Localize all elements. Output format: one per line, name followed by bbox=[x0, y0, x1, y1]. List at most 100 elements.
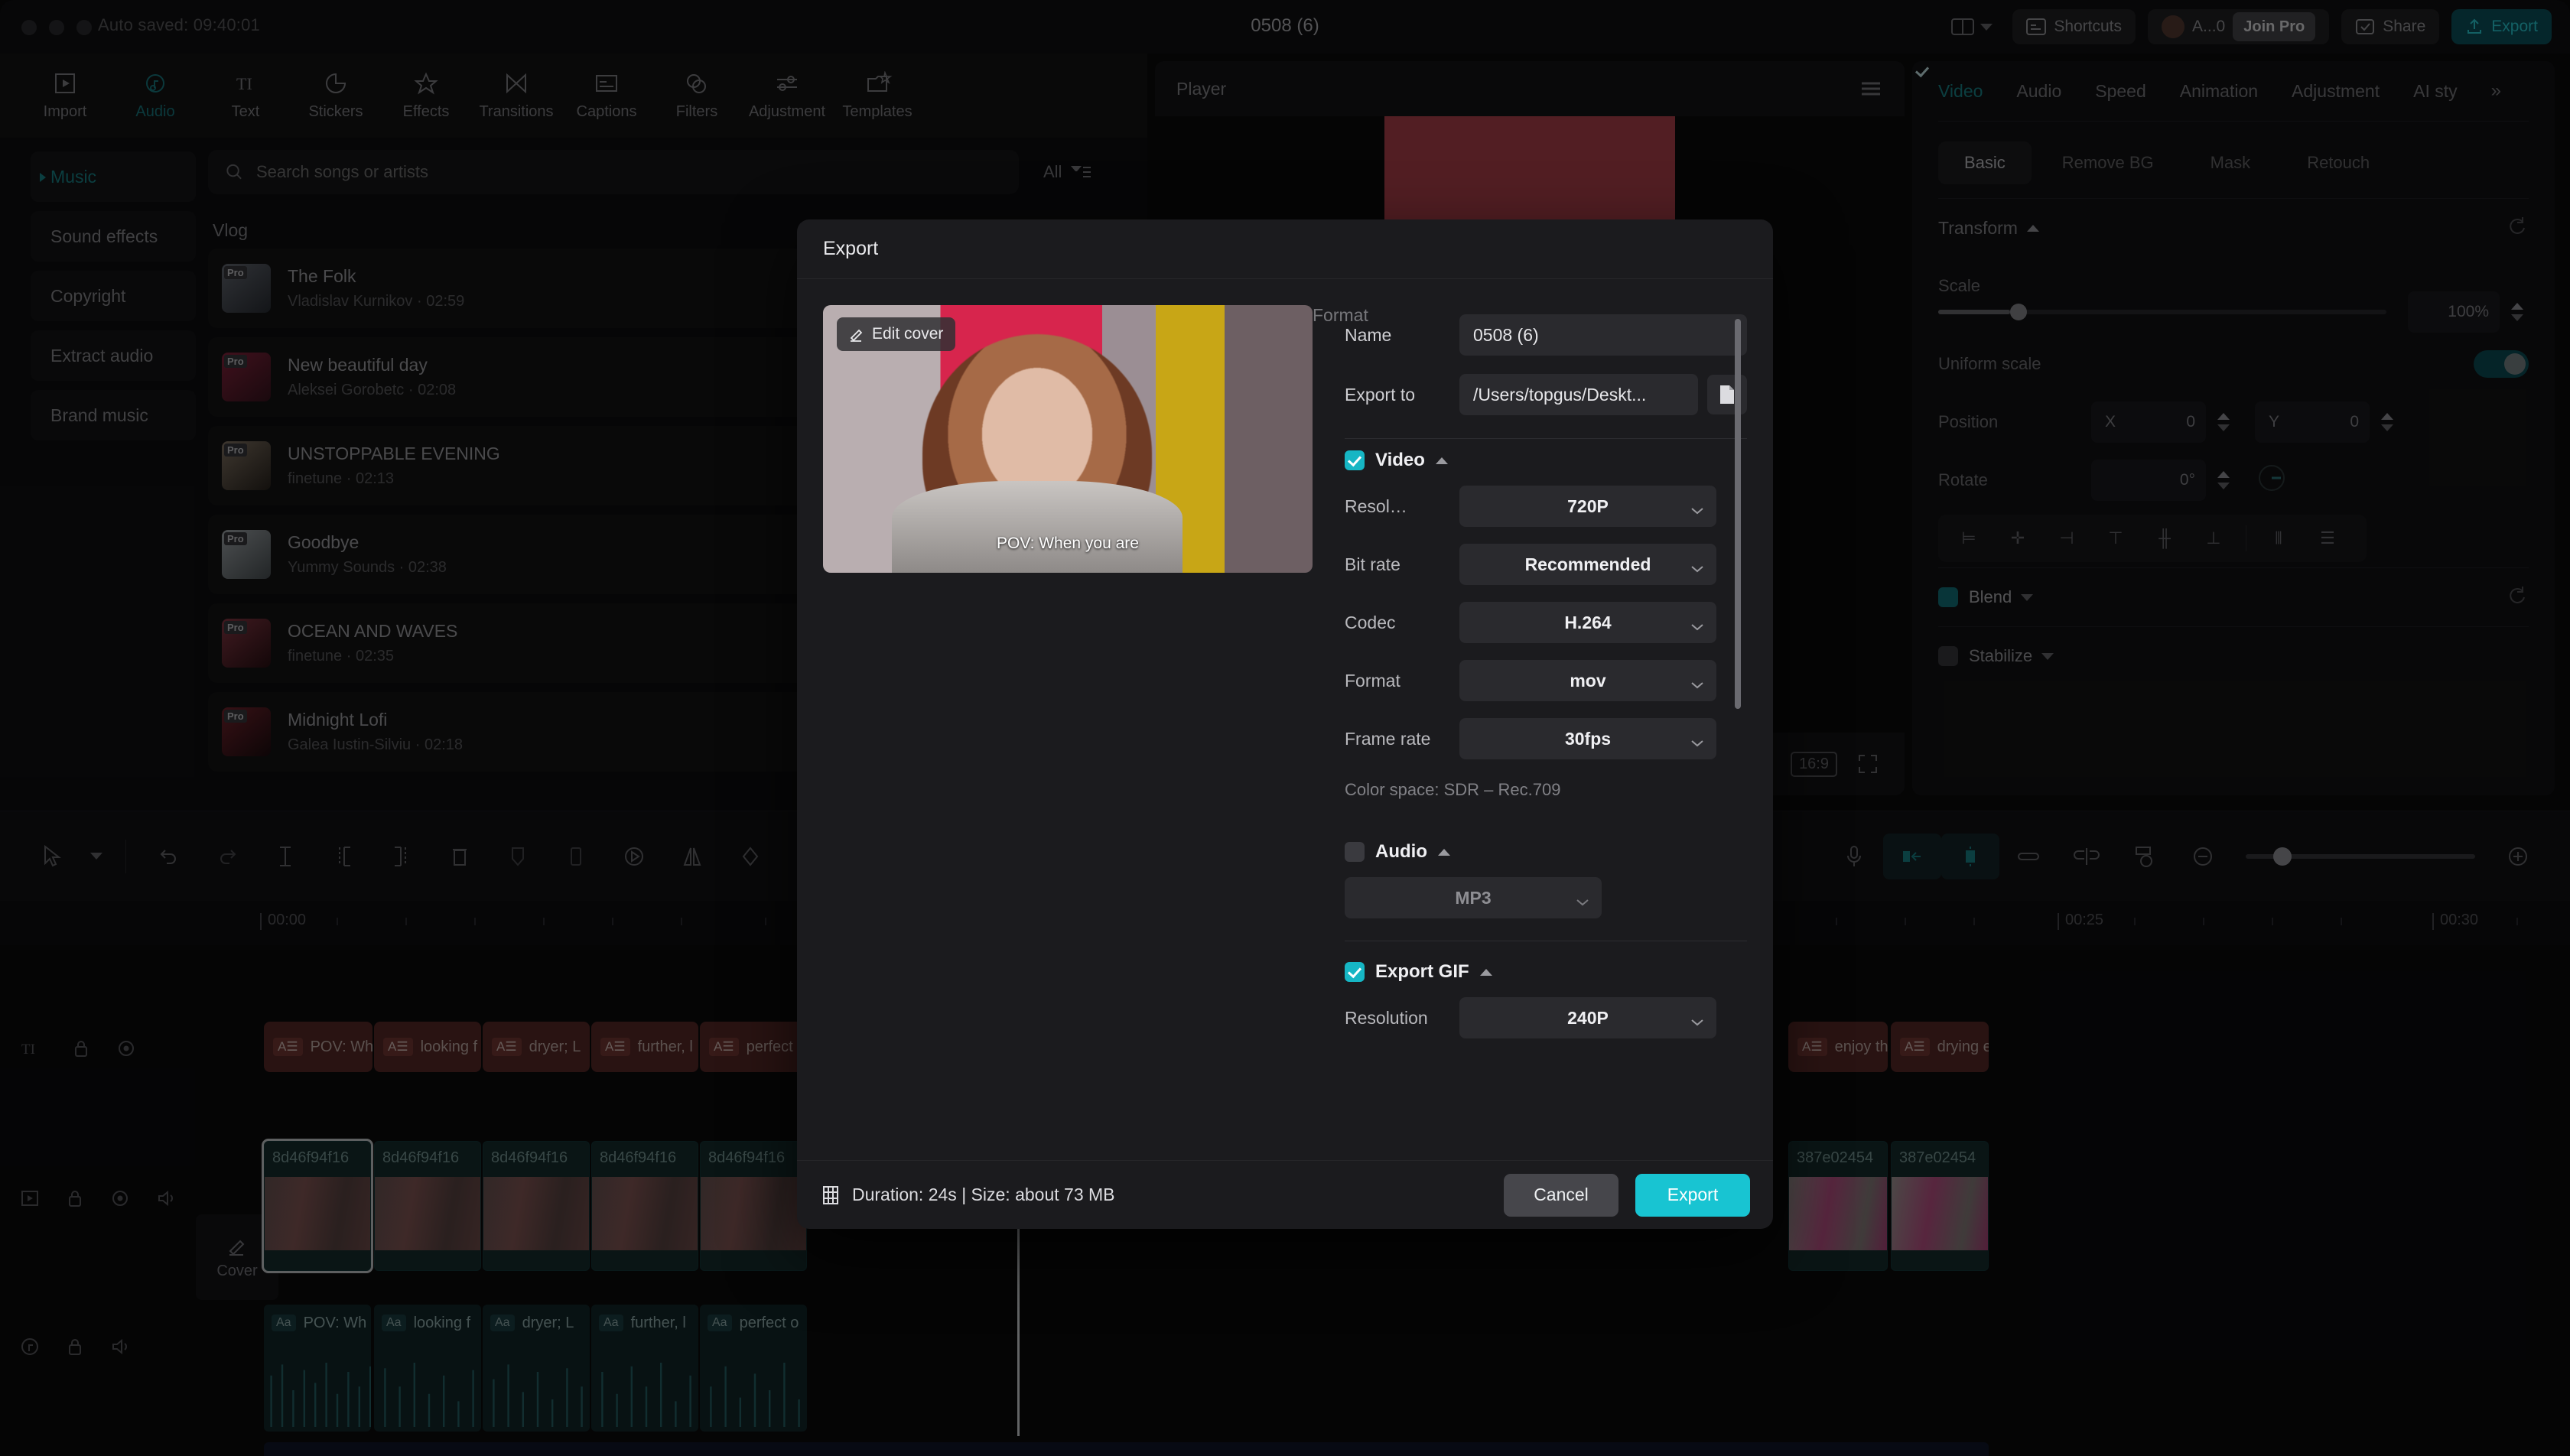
format-select[interactable]: mov bbox=[1459, 660, 1716, 701]
reset-icon[interactable] bbox=[2506, 583, 2529, 611]
chevron-up-icon[interactable] bbox=[2026, 224, 2039, 232]
export-path-input[interactable]: /Users/topgus/Deskt... bbox=[1459, 374, 1698, 415]
fullscreen-icon[interactable] bbox=[1857, 753, 1879, 775]
timeline-caption-clip[interactable]: Aa dryer; L bbox=[483, 1305, 590, 1432]
distribute-horizontal-icon[interactable]: ⦀ bbox=[2256, 528, 2302, 548]
codec-select[interactable]: H.264 bbox=[1459, 602, 1716, 643]
zoom-out-icon[interactable] bbox=[2174, 834, 2232, 879]
scale-slider[interactable] bbox=[1938, 304, 2386, 320]
lock-icon[interactable] bbox=[72, 1038, 90, 1062]
scale-stepper[interactable] bbox=[2506, 303, 2529, 321]
stabilize-checkbox[interactable] bbox=[1938, 646, 1958, 666]
tab-effects[interactable]: Effects bbox=[381, 71, 471, 121]
audio-format-select[interactable]: MP3 bbox=[1345, 877, 1602, 918]
tab-stickers[interactable]: Stickers bbox=[291, 71, 381, 121]
align-bottom-icon[interactable]: ⊥ bbox=[2191, 528, 2237, 548]
distribute-vertical-icon[interactable]: ☰ bbox=[2305, 528, 2350, 548]
sidebar-item-copyright[interactable]: Copyright bbox=[31, 271, 196, 321]
tab-ai-style[interactable]: AI sty bbox=[2413, 81, 2458, 102]
align-middle-vertical-icon[interactable]: ╫ bbox=[2142, 528, 2188, 548]
chevron-up-icon[interactable] bbox=[1479, 968, 1492, 976]
slider-handle[interactable] bbox=[2009, 304, 2027, 320]
segment-basic[interactable]: Basic bbox=[1938, 141, 2032, 184]
rotate-dial-icon[interactable] bbox=[2255, 461, 2289, 499]
timeline-caption-clip[interactable]: Aa perfect o bbox=[700, 1305, 807, 1432]
unlink-icon[interactable] bbox=[2058, 834, 2116, 879]
timeline-caption-clip[interactable]: Aa POV: Wh bbox=[264, 1305, 371, 1432]
tab-animation[interactable]: Animation bbox=[2180, 81, 2258, 102]
tab-text[interactable]: TI Text bbox=[200, 71, 291, 121]
align-top-icon[interactable]: ⊤ bbox=[2093, 528, 2139, 548]
framerate-select[interactable]: 30fps bbox=[1459, 718, 1716, 759]
timeline-music-clip[interactable] bbox=[264, 1442, 1989, 1456]
timeline-zoom-slider[interactable] bbox=[2246, 847, 2475, 866]
position-x-stepper[interactable] bbox=[2212, 413, 2235, 431]
timeline-text-clip[interactable]: A☰ looking f bbox=[374, 1022, 481, 1072]
cover-preview[interactable]: POV: When you are Edit cover bbox=[823, 305, 1313, 573]
sidebar-item-music[interactable]: Music bbox=[31, 151, 196, 202]
timeline-text-clip[interactable]: A☰ enjoy th bbox=[1788, 1022, 1888, 1072]
lock-icon[interactable] bbox=[66, 1337, 84, 1360]
tab-video[interactable]: Video bbox=[1938, 81, 1983, 102]
record-voice-icon[interactable] bbox=[1825, 834, 1883, 879]
fit-timeline-icon[interactable] bbox=[2116, 834, 2174, 879]
share-button[interactable]: Share bbox=[2341, 9, 2440, 44]
rotate-stepper[interactable] bbox=[2212, 471, 2235, 489]
account-button[interactable]: A...0 Join Pro bbox=[2148, 9, 2330, 44]
crop-icon[interactable] bbox=[489, 834, 547, 879]
tab-adjustment[interactable]: Adjustment bbox=[2292, 81, 2380, 102]
align-right-icon[interactable]: ⊣ bbox=[2044, 528, 2090, 548]
tab-transitions[interactable]: Transitions bbox=[471, 71, 561, 121]
speed-icon[interactable] bbox=[605, 834, 663, 879]
timeline-caption-clip[interactable]: Aa looking f bbox=[374, 1305, 481, 1432]
gif-checkbox[interactable] bbox=[1345, 962, 1365, 982]
zoom-in-icon[interactable] bbox=[2489, 834, 2547, 879]
slider-handle[interactable] bbox=[2273, 847, 2292, 866]
select-tool-dropdown-icon[interactable] bbox=[81, 834, 112, 879]
segment-mask[interactable]: Mask bbox=[2184, 141, 2277, 184]
timeline-video-clip[interactable]: 8d46f94f16 bbox=[700, 1141, 807, 1271]
delete-icon[interactable] bbox=[431, 834, 489, 879]
browse-folder-button[interactable] bbox=[1707, 375, 1747, 414]
timeline-video-clip[interactable]: 387e02454 bbox=[1891, 1141, 1989, 1271]
timeline-video-clip[interactable]: 387e02454 bbox=[1788, 1141, 1888, 1271]
tab-import[interactable]: Import bbox=[20, 71, 110, 121]
mute-icon[interactable] bbox=[156, 1188, 177, 1212]
export-button[interactable]: Export bbox=[2451, 9, 2552, 44]
mirror-icon[interactable] bbox=[547, 834, 605, 879]
auto-snap-icon[interactable] bbox=[1883, 833, 1941, 879]
trim-right-icon[interactable] bbox=[372, 834, 431, 879]
flip-icon[interactable] bbox=[663, 834, 721, 879]
tab-audio[interactable]: Audio bbox=[2016, 81, 2061, 102]
tab-templates[interactable]: Templates bbox=[832, 70, 922, 121]
sidebar-item-extract-audio[interactable]: Extract audio bbox=[31, 330, 196, 381]
chevron-down-icon[interactable] bbox=[2021, 593, 2034, 601]
search-input[interactable] bbox=[255, 162, 1002, 182]
select-tool-icon[interactable] bbox=[23, 834, 81, 879]
link-icon[interactable] bbox=[1999, 834, 2058, 879]
dialog-scrollbar[interactable] bbox=[1735, 319, 1741, 709]
tab-adjustment[interactable]: Adjustment bbox=[742, 71, 832, 121]
mute-icon[interactable] bbox=[110, 1337, 132, 1360]
timeline-video-clip[interactable]: 8d46f94f16 bbox=[591, 1141, 698, 1271]
tab-audio[interactable]: Audio bbox=[110, 71, 200, 121]
timeline-caption-clip[interactable]: Aa further, l bbox=[591, 1305, 698, 1432]
edit-cover-button[interactable]: Edit cover bbox=[837, 317, 956, 351]
position-y-field[interactable]: Y 0 bbox=[2255, 401, 2370, 443]
visibility-icon[interactable] bbox=[116, 1038, 136, 1062]
chevron-down-icon[interactable] bbox=[2041, 652, 2054, 660]
confirm-export-button[interactable]: Export bbox=[1635, 1173, 1750, 1217]
resolution-select[interactable]: 720P bbox=[1459, 486, 1716, 527]
redo-icon[interactable] bbox=[198, 834, 256, 879]
visibility-icon[interactable] bbox=[110, 1188, 130, 1212]
timeline-video-clip[interactable]: 8d46f94f16 bbox=[262, 1139, 373, 1273]
position-x-field[interactable]: X 0 bbox=[2091, 401, 2206, 443]
gif-resolution-select[interactable]: 240P bbox=[1459, 997, 1716, 1038]
lock-icon[interactable] bbox=[66, 1188, 84, 1212]
scale-value[interactable]: 100% bbox=[2408, 291, 2500, 333]
tab-filters[interactable]: Filters bbox=[652, 71, 742, 121]
tabs-overflow-icon[interactable]: » bbox=[2491, 80, 2501, 102]
cancel-button[interactable]: Cancel bbox=[1504, 1173, 1618, 1217]
menu-icon[interactable] bbox=[1859, 80, 1883, 98]
keyframe-icon[interactable] bbox=[721, 834, 779, 879]
